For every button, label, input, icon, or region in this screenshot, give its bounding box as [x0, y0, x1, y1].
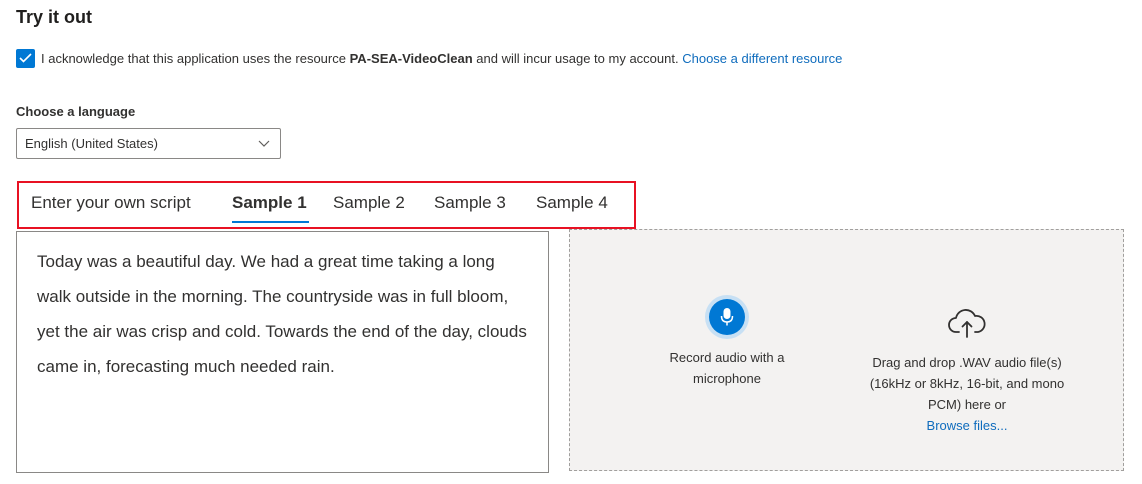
- language-selected-value: English (United States): [25, 136, 158, 151]
- audio-drop-zone[interactable]: Record audio with a microphone Drag and …: [569, 229, 1124, 471]
- tab-sample-4[interactable]: Sample 4: [536, 193, 608, 213]
- tab-enter-own-script[interactable]: Enter your own script: [31, 193, 191, 213]
- microphone-icon: [720, 308, 734, 326]
- chevron-down-icon: [258, 140, 270, 147]
- record-button-inner: [709, 299, 745, 335]
- tab-sample-3[interactable]: Sample 3: [434, 193, 506, 213]
- acknowledge-text: I acknowledge that this application uses…: [41, 51, 842, 66]
- page-title: Try it out: [16, 7, 92, 27]
- script-textarea[interactable]: Today was a beautiful day. We had a grea…: [16, 231, 549, 473]
- script-text: Today was a beautiful day. We had a grea…: [37, 252, 527, 376]
- choose-resource-link[interactable]: Choose a different resource: [682, 51, 842, 66]
- acknowledge-row: I acknowledge that this application uses…: [16, 48, 842, 68]
- checkmark-icon: [19, 53, 32, 63]
- acknowledge-suffix: and will incur usage to my account.: [476, 50, 679, 66]
- tab-sample-2[interactable]: Sample 2: [333, 193, 405, 213]
- language-label: Choose a language: [16, 104, 136, 119]
- acknowledge-prefix: I acknowledge that this application uses…: [41, 50, 346, 66]
- record-button[interactable]: [705, 295, 749, 339]
- resource-name: PA-SEA-VideoClean: [349, 50, 473, 66]
- cloud-upload-icon: [948, 309, 986, 338]
- drop-instructions: Drag and drop .WAV audio file(s) (16kHz …: [869, 355, 1065, 412]
- acknowledge-checkbox[interactable]: [16, 48, 35, 68]
- script-tabs: Enter your own script Sample 1 Sample 2 …: [17, 181, 636, 229]
- tab-sample-1[interactable]: Sample 1: [232, 193, 307, 213]
- browse-files-link[interactable]: Browse files...: [862, 418, 1072, 433]
- active-tab-indicator: [232, 221, 309, 223]
- record-label: Record audio with a microphone: [669, 350, 785, 386]
- language-dropdown[interactable]: English (United States): [16, 128, 281, 159]
